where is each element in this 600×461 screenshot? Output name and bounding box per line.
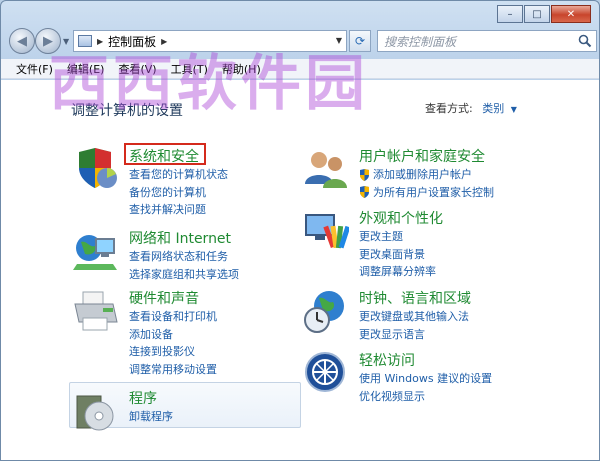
- menu-tools[interactable]: 工具(T): [164, 61, 215, 77]
- system-security-links: 查看您的计算机状态 备份您的计算机 查找并解决问题: [129, 166, 228, 219]
- category-title-network-internet[interactable]: 网络和 Internet: [129, 228, 231, 248]
- link-add-device[interactable]: 添加设备: [129, 326, 217, 344]
- address-bar[interactable]: ▶ 控制面板 ▶ ▼: [73, 30, 347, 52]
- refresh-icon: ⟳: [354, 34, 366, 48]
- link-connect-projector[interactable]: 连接到投影仪: [129, 343, 217, 361]
- link-backup-computer[interactable]: 备份您的计算机: [129, 184, 228, 202]
- minimize-button[interactable]: –: [497, 5, 523, 23]
- category-hardware-sound: 硬件和声音 查看设备和打印机 添加设备 连接到投影仪 调整常用移动设置: [73, 288, 293, 378]
- chevron-down-icon[interactable]: ▼: [511, 105, 517, 114]
- security-shield-icon: [79, 148, 117, 188]
- category-programs: 程序 卸载程序: [73, 388, 293, 431]
- link-mobility-settings[interactable]: 调整常用移动设置: [129, 361, 217, 379]
- link-recommended-settings[interactable]: 使用 Windows 建议的设置: [359, 370, 492, 388]
- uac-shield-icon: [360, 186, 369, 199]
- printer-icon: [74, 291, 118, 331]
- highlight-box: [124, 143, 206, 165]
- link-homegroup-sharing[interactable]: 选择家庭组和共享选项: [129, 266, 239, 284]
- users-icon: [305, 152, 347, 188]
- category-title-ease-of-access[interactable]: 轻松访问: [359, 350, 415, 370]
- control-panel-icon: [78, 35, 92, 47]
- link-uninstall-program[interactable]: 卸载程序: [129, 408, 173, 426]
- link-view-network-status[interactable]: 查看网络状态和任务: [129, 248, 239, 266]
- category-ease-of-access: 轻松访问 使用 Windows 建议的设置 优化视频显示: [303, 350, 563, 406]
- caption-buttons: – □ ✕: [497, 5, 591, 23]
- menu-help[interactable]: 帮助(H): [215, 61, 268, 77]
- category-title-programs[interactable]: 程序: [129, 388, 157, 408]
- category-network-internet: 网络和 Internet 查看网络状态和任务 选择家庭组和共享选项: [73, 228, 293, 284]
- navigation-bar: ◀ ▶ ▼ ▶ 控制面板 ▶ ▼ ⟳ 搜索控制面板: [7, 28, 597, 54]
- menu-view[interactable]: 查看(V): [111, 61, 163, 77]
- hardware-sound-links: 查看设备和打印机 添加设备 连接到投影仪 调整常用移动设置: [129, 308, 217, 378]
- arrow-left-icon: ◀: [17, 33, 27, 49]
- address-dropdown-icon[interactable]: ▼: [336, 36, 342, 45]
- network-globe-icon: [73, 235, 117, 270]
- menu-bar: 文件(F) 编辑(E) 查看(V) 工具(T) 帮助(H): [1, 59, 599, 79]
- link-optimize-display[interactable]: 优化视频显示: [359, 388, 492, 406]
- page-title: 调整计算机的设置: [71, 103, 183, 119]
- breadcrumb-separator-icon[interactable]: ▶: [161, 37, 167, 46]
- breadcrumb-control-panel[interactable]: 控制面板: [108, 33, 156, 50]
- uac-shield-icon: [360, 168, 369, 181]
- link-view-computer-status[interactable]: 查看您的计算机状态: [129, 166, 228, 184]
- control-panel-window: – □ ✕ ◀ ▶ ▼ ▶ 控制面板 ▶ ▼ ⟳ 搜索控制面板 文件(F) 编辑…: [0, 0, 600, 461]
- category-user-accounts: 用户帐户和家庭安全 添加或删除用户帐户 为所有用户设置家长控制: [303, 146, 563, 202]
- arrow-right-icon: ▶: [43, 33, 53, 49]
- recent-pages-dropdown[interactable]: ▼: [63, 37, 69, 46]
- ease-of-access-icon: [305, 352, 345, 392]
- user-accounts-links: 添加或删除用户帐户 为所有用户设置家长控制: [359, 166, 494, 201]
- appearance-links: 更改主题 更改桌面背景 调整屏幕分辨率: [359, 228, 436, 281]
- control-panel-content: 调整计算机的设置 查看方式: 类别 ▼ 系统和安全 查看您的计算机状态 备份您的…: [1, 80, 599, 460]
- category-title-clock-language-region[interactable]: 时钟、语言和区域: [359, 288, 471, 308]
- view-by-dropdown[interactable]: 类别: [482, 102, 504, 115]
- category-title-hardware-sound[interactable]: 硬件和声音: [129, 288, 199, 308]
- maximize-button[interactable]: □: [524, 5, 550, 23]
- menu-edit[interactable]: 编辑(E): [60, 61, 112, 77]
- forward-button[interactable]: ▶: [35, 28, 61, 54]
- link-devices-printers[interactable]: 查看设备和打印机: [129, 308, 217, 326]
- clock-language-region-links: 更改键盘或其他输入法 更改显示语言: [359, 308, 469, 343]
- link-change-keyboard[interactable]: 更改键盘或其他输入法: [359, 308, 469, 326]
- category-clock-language-region: 时钟、语言和区域 更改键盘或其他输入法 更改显示语言: [303, 288, 563, 344]
- programs-links: 卸载程序: [129, 408, 173, 426]
- network-internet-links: 查看网络状态和任务 选择家庭组和共享选项: [129, 248, 239, 283]
- category-appearance: 外观和个性化 更改主题 更改桌面背景 调整屏幕分辨率: [303, 208, 563, 278]
- back-button[interactable]: ◀: [9, 28, 35, 54]
- view-by: 查看方式: 类别 ▼: [425, 100, 517, 116]
- view-by-label: 查看方式:: [425, 102, 473, 115]
- link-change-background[interactable]: 更改桌面背景: [359, 246, 436, 264]
- search-input[interactable]: 搜索控制面板: [377, 30, 597, 52]
- search-icon[interactable]: [578, 34, 592, 48]
- breadcrumb-separator-icon[interactable]: ▶: [97, 37, 103, 46]
- appearance-monitor-icon: [305, 214, 349, 249]
- link-troubleshoot[interactable]: 查找并解决问题: [129, 201, 228, 219]
- link-parental-controls[interactable]: 为所有用户设置家长控制: [359, 184, 494, 202]
- link-screen-resolution[interactable]: 调整屏幕分辨率: [359, 263, 436, 281]
- refresh-button[interactable]: ⟳: [349, 30, 371, 52]
- link-text: 为所有用户设置家长控制: [373, 185, 494, 199]
- clock-globe-icon: [304, 291, 344, 333]
- close-button[interactable]: ✕: [551, 5, 591, 23]
- ease-of-access-links: 使用 Windows 建议的设置 优化视频显示: [359, 370, 492, 405]
- link-add-remove-accounts[interactable]: 添加或删除用户帐户: [359, 166, 494, 184]
- category-title-appearance[interactable]: 外观和个性化: [359, 208, 443, 228]
- link-change-theme[interactable]: 更改主题: [359, 228, 436, 246]
- link-change-display-language[interactable]: 更改显示语言: [359, 326, 469, 344]
- link-text: 添加或删除用户帐户: [373, 168, 472, 181]
- category-title-user-accounts[interactable]: 用户帐户和家庭安全: [359, 146, 485, 166]
- search-placeholder: 搜索控制面板: [384, 34, 457, 49]
- menu-file[interactable]: 文件(F): [9, 61, 60, 77]
- programs-disc-icon: [76, 395, 114, 431]
